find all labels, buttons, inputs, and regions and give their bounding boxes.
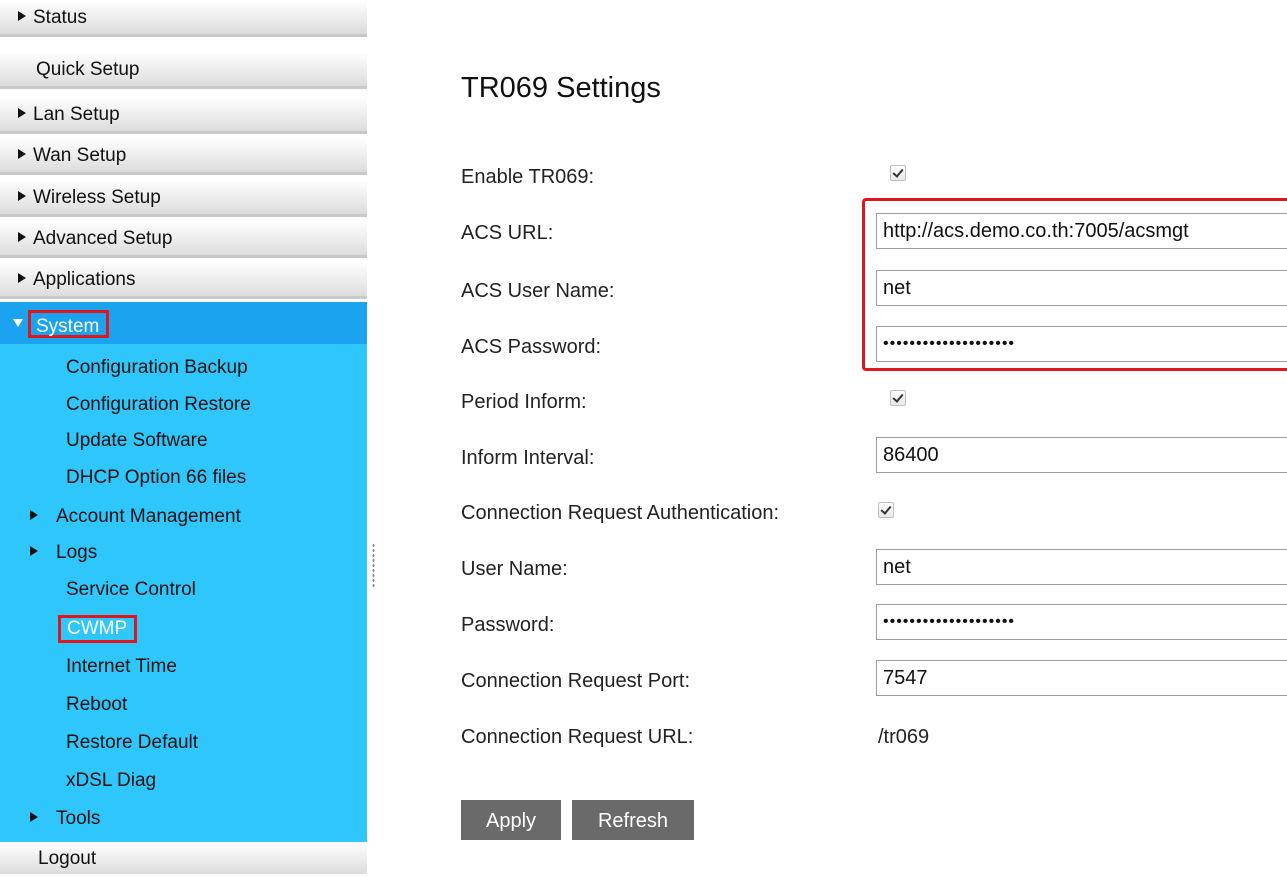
user-name-input[interactable] <box>876 549 1287 585</box>
caret-right-icon <box>18 148 26 159</box>
sidebar-item-label: System <box>28 310 110 338</box>
sidebar-item-label: Advanced Setup <box>33 228 173 249</box>
caret-right-icon <box>18 272 26 283</box>
sidebar-item-label: Applications <box>33 269 136 290</box>
submenu-item-configuration-backup[interactable]: Configuration Backup <box>0 349 367 387</box>
sidebar-item-system[interactable]: System <box>0 302 367 344</box>
submenu-item-label: Internet Time <box>66 656 177 677</box>
sidebar-item-advanced-setup[interactable]: Advanced Setup <box>0 221 367 258</box>
submenu-item-configuration-restore[interactable]: Configuration Restore <box>0 386 367 424</box>
password-label: Password: <box>461 614 555 636</box>
submenu-item-xdsl-diag[interactable]: xDSL Diag <box>0 762 367 800</box>
submenu-item-label: Configuration Backup <box>66 357 248 378</box>
caret-right-icon <box>18 10 26 21</box>
acs-password-label: ACS Password: <box>461 336 602 358</box>
period-inform-checkbox[interactable] <box>890 390 906 406</box>
user-name-label: User Name: <box>461 558 568 580</box>
sidebar-item-label: Lan Setup <box>33 104 120 125</box>
password-input[interactable] <box>876 604 1287 640</box>
submenu-item-label: Logs <box>56 542 98 563</box>
caret-right-icon <box>18 107 26 118</box>
submenu-item-label: Reboot <box>66 694 128 715</box>
submenu-item-restore-default[interactable]: Restore Default <box>0 724 367 762</box>
submenu-item-logs[interactable]: Logs <box>0 534 367 572</box>
enable-tr069-checkbox[interactable] <box>890 165 906 181</box>
sidebar-item-label: Logout <box>38 848 97 869</box>
submenu-item-label: Restore Default <box>66 732 199 753</box>
sidebar-item-quick-setup[interactable]: Quick Setup <box>0 52 367 89</box>
panel-resize-handle[interactable] <box>372 543 375 587</box>
submenu-item-label: CWMP <box>58 615 138 643</box>
submenu-item-dhcp-option-66[interactable]: DHCP Option 66 files <box>0 459 367 497</box>
conn-req-port-label: Connection Request Port: <box>461 670 691 692</box>
submenu-item-label: Tools <box>56 808 101 829</box>
conn-req-url-label: Connection Request URL: <box>461 726 694 748</box>
caret-down-icon <box>13 319 23 327</box>
page-title: TR069 Settings <box>461 72 661 104</box>
conn-req-auth-label: Connection Request Authentication: <box>461 502 779 524</box>
submenu-item-update-software[interactable]: Update Software <box>0 422 367 460</box>
sidebar-item-status[interactable]: Status <box>0 0 367 37</box>
submenu-item-tools[interactable]: Tools <box>0 800 367 838</box>
acs-url-label: ACS URL: <box>461 222 554 244</box>
submenu-item-cwmp[interactable]: CWMP <box>0 609 367 647</box>
enable-tr069-label: Enable TR069: <box>461 166 595 188</box>
conn-req-auth-checkbox[interactable] <box>878 502 894 518</box>
sidebar-item-label: Quick Setup <box>36 59 140 80</box>
submenu-item-label: Account Management <box>56 506 241 527</box>
caret-right-icon <box>30 509 38 520</box>
acs-user-name-label: ACS User Name: <box>461 280 615 302</box>
submenu-item-label: Service Control <box>66 579 196 600</box>
caret-right-icon <box>18 231 26 242</box>
sidebar-item-wireless-setup[interactable]: Wireless Setup <box>0 180 367 217</box>
sidebar-item-label: Status <box>33 7 87 28</box>
acs-settings-highlight <box>862 198 1287 371</box>
sidebar: Status Quick Setup Lan Setup Wan Setup W… <box>0 0 367 874</box>
submenu-item-account-management[interactable]: Account Management <box>0 498 367 536</box>
conn-req-port-input[interactable] <box>876 660 1287 696</box>
sidebar-item-logout[interactable]: Logout <box>0 842 367 874</box>
sidebar-item-lan-setup[interactable]: Lan Setup <box>0 97 367 134</box>
submenu-item-label: Update Software <box>66 430 208 451</box>
inform-interval-input[interactable] <box>876 437 1287 473</box>
sidebar-item-label: Wireless Setup <box>33 187 161 208</box>
submenu-item-service-control[interactable]: Service Control <box>0 571 367 609</box>
system-submenu: System Configuration Backup Configuratio… <box>0 302 367 842</box>
submenu-item-label: Configuration Restore <box>66 394 251 415</box>
inform-interval-label: Inform Interval: <box>461 447 595 469</box>
submenu-item-internet-time[interactable]: Internet Time <box>0 648 367 686</box>
apply-button[interactable]: Apply <box>461 800 561 840</box>
period-inform-label: Period Inform: <box>461 391 587 413</box>
sidebar-item-wan-setup[interactable]: Wan Setup <box>0 138 367 175</box>
conn-req-url-value: /tr069 <box>878 726 930 748</box>
caret-right-icon <box>18 190 26 201</box>
caret-right-icon <box>30 545 38 556</box>
submenu-item-label: xDSL Diag <box>66 770 157 791</box>
sidebar-item-applications[interactable]: Applications <box>0 262 367 299</box>
sidebar-item-label: Wan Setup <box>33 145 127 166</box>
refresh-button[interactable]: Refresh <box>572 800 694 840</box>
submenu-item-label: DHCP Option 66 files <box>66 467 247 488</box>
caret-right-icon <box>30 811 38 822</box>
submenu-item-reboot[interactable]: Reboot <box>0 686 367 724</box>
